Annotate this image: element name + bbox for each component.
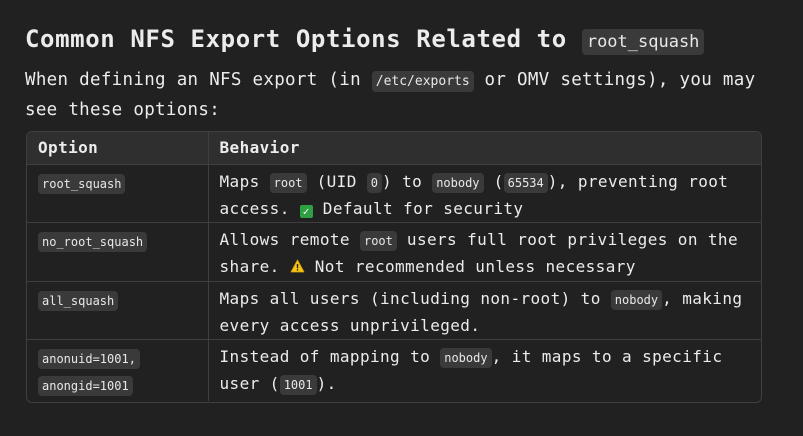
heading-code: root_squash <box>581 29 705 55</box>
inline-code: nobody <box>440 348 492 368</box>
behavior-text: Default for security <box>312 199 524 218</box>
behavior-text: Allows remote <box>219 230 360 249</box>
warning-icon <box>290 255 305 281</box>
behavior-text: Not recommended unless necessary <box>304 257 636 276</box>
behavior-cell: Instead of mapping to nobody, it maps to… <box>207 339 761 401</box>
behavior-cell: Allows remote root users full root privi… <box>207 222 761 282</box>
table-header-row: Option Behavior <box>27 132 761 165</box>
inline-code: root <box>359 231 397 251</box>
option-code: no_root_squash <box>38 232 148 252</box>
intro-code-path: /etc/exports <box>371 71 474 92</box>
inline-code: 0 <box>366 173 383 193</box>
table-row-all-squash: all_squash Maps all users (including non… <box>27 281 761 340</box>
table-row-no-root-squash: no_root_squash Allows remote root users … <box>27 222 761 282</box>
option-code: anongid=1001 <box>38 376 133 396</box>
options-table-container: Option Behavior root_squash Maps root (U… <box>26 131 762 403</box>
heading-text: Common NFS Export Options Related to <box>25 25 582 53</box>
behavior-text: Maps <box>219 172 270 191</box>
option-cell: no_root_squash <box>27 222 208 282</box>
behavior-text: (UID <box>306 172 367 191</box>
behavior-cell: Maps root (UID 0) to nobody (65534), pre… <box>207 164 761 223</box>
behavior-text: ). <box>316 374 337 393</box>
option-code: all_squash <box>38 291 119 311</box>
header-option: Option <box>27 132 208 165</box>
check-mark-icon: ✓ <box>299 205 313 218</box>
table-row-root-squash: root_squash Maps root (UID 0) to nobody … <box>27 164 761 223</box>
option-cell: all_squash <box>27 281 208 340</box>
option-cell: anonuid=1001, anongid=1001 <box>27 340 208 401</box>
inline-code: nobody <box>610 290 663 310</box>
behavior-text: Instead of mapping to <box>219 347 441 366</box>
option-code: root_squash <box>38 174 126 194</box>
behavior-text: Maps all users (including non-root) to <box>219 289 611 308</box>
intro-text-1: When defining an NFS export (in <box>25 70 372 90</box>
header-behavior: Behavior <box>207 132 761 165</box>
table-row-anonuid: anonuid=1001, anongid=1001 Instead of map… <box>27 339 761 401</box>
intro-paragraph: When defining an NFS export (in /etc/exp… <box>25 66 765 125</box>
behavior-cell: Maps all users (including non-root) to n… <box>207 281 761 340</box>
options-table: Option Behavior root_squash Maps root (U… <box>27 132 761 401</box>
inline-code: root <box>269 173 307 193</box>
behavior-text: ( <box>483 172 504 191</box>
section-heading: Common NFS Export Options Related to roo… <box>25 20 705 61</box>
option-code: anonuid=1001, <box>38 349 140 369</box>
inline-code: nobody <box>432 173 484 193</box>
inline-code: 1001 <box>279 375 317 395</box>
inline-code: 65534 <box>503 173 548 193</box>
behavior-text: ) to <box>382 172 433 191</box>
option-cell: root_squash <box>27 164 208 223</box>
